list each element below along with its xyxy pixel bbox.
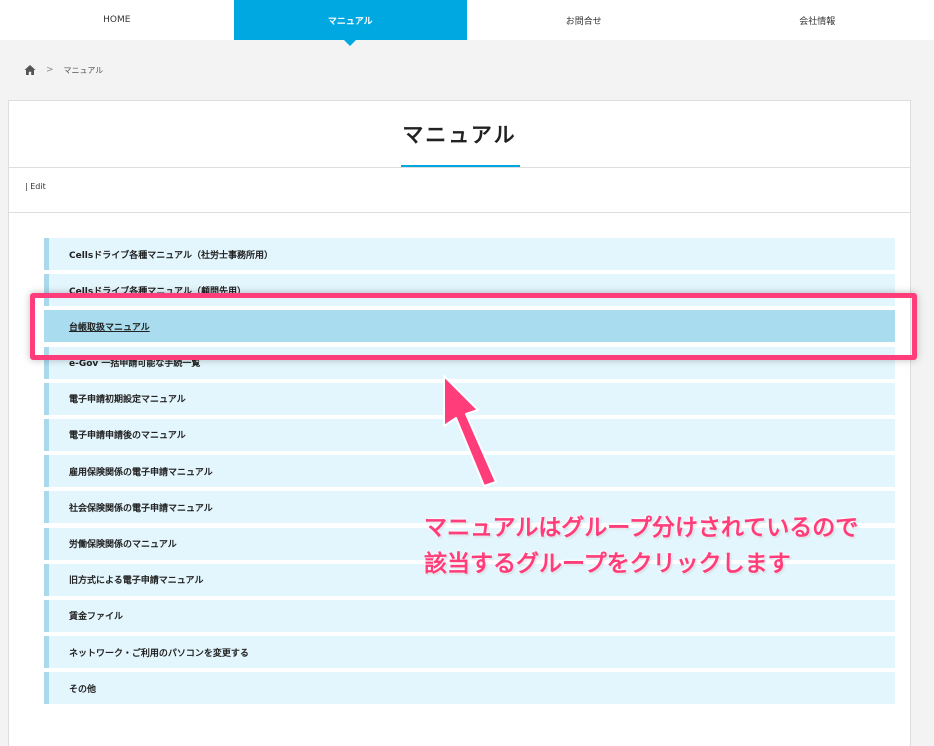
home-icon[interactable]: [24, 64, 36, 76]
breadcrumb-current: マニュアル: [63, 65, 104, 75]
manual-item-network-pc[interactable]: ネットワーク・ご利用のパソコンを変更する: [44, 636, 895, 669]
arrow-icon: [443, 375, 497, 487]
manual-item-wage-file[interactable]: 賃金ファイル: [44, 599, 895, 632]
top-nav: HOME マニュアル お問合せ 会社情報: [0, 0, 934, 40]
page-title: マニュアル: [402, 123, 517, 147]
nav-home[interactable]: HOME: [0, 0, 234, 40]
nav-manual[interactable]: マニュアル: [233, 0, 467, 40]
manual-item-cells-office[interactable]: Cellsドライブ各種マニュアル（社労士事務所用）: [44, 238, 895, 270]
nav-contact[interactable]: お問合せ: [467, 0, 701, 40]
annotation-line-2: 該当するグループをクリックします: [424, 551, 791, 577]
manual-item-other[interactable]: その他: [44, 672, 895, 705]
annotation-line-1: マニュアルはグループ分けされているので: [424, 515, 859, 541]
nav-company[interactable]: 会社情報: [701, 0, 934, 40]
edit-link[interactable]: | Edit: [25, 182, 46, 191]
breadcrumb: > マニュアル: [24, 62, 103, 78]
breadcrumb-separator: >: [46, 65, 54, 75]
divider: [9, 212, 910, 213]
highlight-box: [30, 293, 917, 360]
annotation-text: マニュアルはグループ分けされているので 該当するグループをクリックします: [424, 510, 924, 582]
divider: [9, 167, 910, 168]
